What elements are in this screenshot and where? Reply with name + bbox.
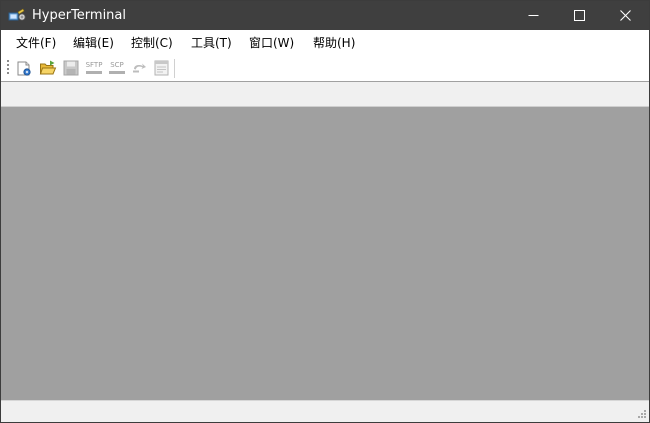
session-tab-strip bbox=[1, 82, 649, 107]
menu-edit[interactable]: 编辑(E) bbox=[73, 36, 114, 50]
maximize-button[interactable] bbox=[556, 1, 602, 30]
save-icon bbox=[63, 60, 79, 76]
window-title: HyperTerminal bbox=[32, 8, 127, 23]
toolbar: SFTP SCP bbox=[1, 56, 649, 82]
properties-icon bbox=[154, 60, 169, 76]
menu-control[interactable]: 控制(C) bbox=[131, 36, 173, 50]
scp-button[interactable]: SCP bbox=[107, 59, 127, 77]
close-icon bbox=[620, 10, 631, 21]
new-connection-icon bbox=[17, 61, 31, 76]
minimize-icon bbox=[528, 15, 539, 16]
menu-help[interactable]: 帮助(H) bbox=[313, 36, 355, 50]
toolbar-separator bbox=[174, 59, 175, 78]
new-connection-button[interactable] bbox=[15, 59, 33, 77]
menu-bar: 文件(F) 编辑(E) 控制(C) 工具(T) 窗口(W) 帮助(H) bbox=[1, 30, 649, 56]
status-bar bbox=[1, 400, 649, 422]
menu-window[interactable]: 窗口(W) bbox=[249, 36, 294, 50]
maximize-icon bbox=[574, 10, 585, 21]
open-folder-icon bbox=[39, 60, 57, 75]
toolbar-grip[interactable] bbox=[7, 60, 10, 76]
title-bar[interactable]: HyperTerminal bbox=[1, 1, 649, 30]
sftp-icon: SFTP bbox=[85, 61, 103, 69]
resize-grip-icon[interactable] bbox=[635, 409, 647, 421]
menu-tools[interactable]: 工具(T) bbox=[191, 36, 232, 50]
save-button[interactable] bbox=[62, 59, 80, 77]
open-button[interactable] bbox=[39, 59, 57, 77]
app-window: HyperTerminal 文件(F) 编辑(E) 控制(C) 工具(T) 窗口… bbox=[0, 0, 650, 423]
reconnect-button[interactable] bbox=[130, 59, 148, 77]
mdi-workspace[interactable] bbox=[1, 107, 649, 400]
minimize-button[interactable] bbox=[510, 1, 556, 30]
scp-icon: SCP bbox=[110, 61, 124, 69]
properties-button[interactable] bbox=[153, 59, 171, 77]
sftp-button[interactable]: SFTP bbox=[84, 59, 104, 77]
reconnect-icon bbox=[133, 63, 146, 73]
menu-file[interactable]: 文件(F) bbox=[16, 36, 56, 50]
close-button[interactable] bbox=[602, 1, 648, 30]
hyperterminal-app-icon[interactable] bbox=[8, 7, 26, 23]
